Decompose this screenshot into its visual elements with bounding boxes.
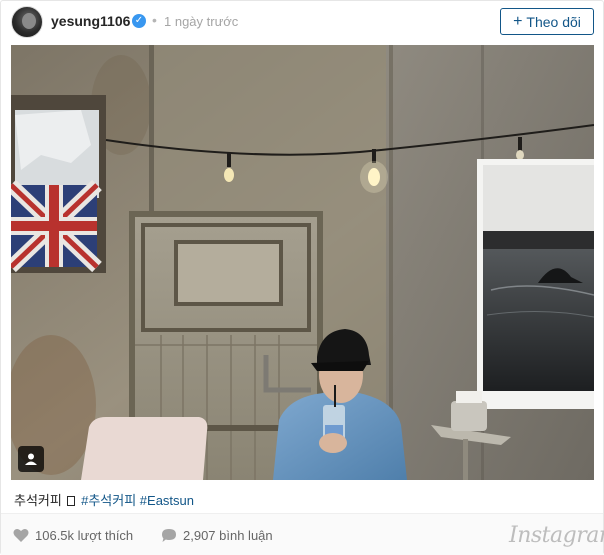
instagram-post-card: yesung1106 ✓ • 1 ngày trước + Theo dõi 추… [0, 0, 604, 555]
comments-count[interactable]: 2,907 bình luận [161, 528, 273, 543]
post-photo[interactable] [11, 45, 594, 480]
caption-text: 추석커피 [14, 493, 62, 508]
likes-label: 106.5k lượt thích [35, 528, 134, 543]
tagged-users-icon[interactable] [18, 446, 44, 472]
post-header: yesung1106 ✓ • 1 ngày trước + Theo dõi [1, 1, 603, 43]
instagram-logo[interactable]: Instagram [509, 523, 604, 548]
heart-icon [13, 529, 29, 542]
photo-scene [11, 45, 594, 480]
username-link[interactable]: yesung1106 [51, 13, 130, 29]
hashtag-link[interactable]: #추석커피 [81, 493, 136, 508]
follow-label: Theo dõi [526, 13, 581, 30]
comments-label: 2,907 bình luận [183, 528, 273, 543]
avatar[interactable] [11, 6, 43, 38]
post-caption: 추석커피 #추석커피 #Eastsun [14, 490, 194, 509]
post-footer: 106.5k lượt thích 2,907 bình luận Instag… [1, 513, 604, 555]
speech-bubble-icon [162, 529, 176, 542]
verified-badge-icon: ✓ [132, 14, 146, 28]
time-separator: • [152, 12, 157, 28]
person-icon [25, 453, 37, 465]
avatar-face [22, 13, 36, 29]
follow-button[interactable]: + Theo dõi [500, 8, 594, 35]
hashtag-link[interactable]: #Eastsun [140, 493, 194, 508]
emoji-glyph [67, 496, 76, 506]
post-time[interactable]: 1 ngày trước [164, 14, 238, 29]
plus-icon: + [513, 12, 523, 30]
likes-count[interactable]: 106.5k lượt thích [13, 528, 133, 543]
